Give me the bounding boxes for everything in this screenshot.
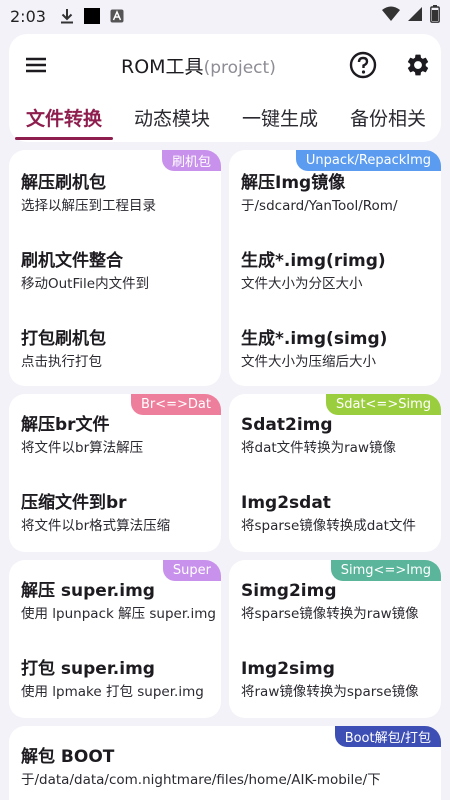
- item-unpack-flash-package[interactable]: 解压刷机包 选择以解压到工程目录: [21, 172, 215, 216]
- item-title: 解压br文件: [21, 415, 110, 435]
- item-desc: 将文件以br格式算法压缩: [21, 518, 171, 534]
- item-merge-flash-files[interactable]: 刷机文件整合 移动OutFile内文件到: [21, 250, 215, 294]
- item-simg2img[interactable]: Simg2img 将sparse镜像转换为raw镜像: [241, 580, 435, 624]
- item-title: 刷机文件整合: [21, 251, 123, 271]
- item-desc: 移动OutFile内文件到: [21, 276, 150, 292]
- item-unpack-img[interactable]: 解压Img镜像 于/sdcard/YanTool/Rom/: [241, 172, 435, 216]
- tab-dynamic-module[interactable]: 动态模块: [119, 102, 225, 142]
- tab-label: 备份相关: [349, 108, 426, 130]
- card-sdat-simg: Sdat<=>Simg Sdat2img 将dat文件转换为raw镜像 Img2…: [229, 394, 441, 552]
- tab-active-indicator: [15, 137, 113, 140]
- app-title: ROM工具(project): [121, 52, 276, 79]
- item-title: 解包 BOOT: [21, 747, 115, 767]
- item-desc: 文件大小为分区大小: [241, 276, 363, 292]
- item-title: 生成*.img(rimg): [241, 251, 386, 271]
- badge-boot: Boot解包/打包: [334, 726, 441, 747]
- app-header-card: ROM工具(project) 文件转换 动态模块 一键生成 备份相关: [9, 34, 441, 142]
- badge-unpack-repack-img: Unpack/RepackImg: [295, 150, 441, 171]
- card-br-dat: Br<=>Dat 解压br文件 将文件以br算法解压 压缩文件到br 将文件以b…: [9, 394, 221, 552]
- status-time: 2:03: [10, 6, 46, 26]
- top-app-bar: ROM工具(project): [9, 34, 441, 96]
- item-pack-super[interactable]: 打包 super.img 使用 lpmake 打包 super.img: [21, 658, 215, 702]
- tab-label: 动态模块: [133, 108, 210, 130]
- battery-icon: [430, 5, 440, 27]
- item-unpack-br[interactable]: 解压br文件 将文件以br算法解压: [21, 414, 215, 458]
- item-title: Sdat2img: [241, 415, 333, 435]
- item-desc: 使用 lpmake 打包 super.img: [21, 684, 204, 700]
- app-title-text: ROM工具: [121, 56, 204, 78]
- item-title: Img2sdat: [241, 493, 331, 513]
- badge-super: Super: [162, 560, 221, 581]
- wifi-icon: [382, 6, 400, 26]
- item-generate-rimg[interactable]: 生成*.img(rimg) 文件大小为分区大小: [241, 250, 435, 294]
- a-box-icon: [110, 9, 124, 23]
- card-simg-img: Simg<=>Img Simg2img 将sparse镜像转换为raw镜像 Im…: [229, 560, 441, 718]
- tab-bar: 文件转换 动态模块 一键生成 备份相关: [9, 102, 441, 142]
- badge-br-dat: Br<=>Dat: [130, 394, 221, 415]
- item-desc: 将文件以br算法解压: [21, 440, 144, 456]
- item-desc: 将dat文件转换为raw镜像: [241, 440, 396, 456]
- status-right-icons: [382, 5, 440, 27]
- item-sdat2img[interactable]: Sdat2img 将dat文件转换为raw镜像: [241, 414, 435, 458]
- item-desc: 点击执行打包: [21, 354, 102, 370]
- item-title: 打包刷机包: [21, 329, 106, 349]
- item-desc: 文件大小为压缩后大小: [241, 354, 376, 370]
- item-title: 生成*.img(simg): [241, 329, 388, 349]
- tab-file-convert[interactable]: 文件转换: [9, 102, 119, 142]
- item-unpack-super[interactable]: 解压 super.img 使用 lpunpack 解压 super.img: [21, 580, 215, 624]
- item-desc: 使用 lpunpack 解压 super.img: [21, 606, 215, 622]
- item-title: 压缩文件到br: [21, 493, 127, 513]
- tab-label: 文件转换: [25, 108, 102, 130]
- tab-one-click-generate[interactable]: 一键生成: [225, 102, 335, 142]
- gear-icon[interactable]: [405, 52, 431, 78]
- item-img2sdat[interactable]: Img2sdat 将sparse镜像转换成dat文件: [241, 492, 435, 536]
- item-pack-flash-package[interactable]: 打包刷机包 点击执行打包: [21, 328, 215, 372]
- item-generate-simg[interactable]: 生成*.img(simg) 文件大小为压缩后大小: [241, 328, 435, 372]
- tab-backup[interactable]: 备份相关: [335, 102, 441, 142]
- tab-label: 一键生成: [241, 108, 318, 130]
- item-title: 解压 super.img: [21, 581, 155, 601]
- signal-icon: [408, 6, 422, 26]
- item-title: Img2simg: [241, 659, 335, 679]
- item-title: 打包 super.img: [21, 659, 155, 679]
- hamburger-menu-icon[interactable]: [23, 52, 49, 78]
- item-desc: 选择以解压到工程目录: [21, 198, 156, 214]
- card-boot: Boot解包/打包 解包 BOOT 于/data/data/com.nightm…: [9, 726, 441, 800]
- card-flash-package: 刷机包 解压刷机包 选择以解压到工程目录 刷机文件整合 移动OutFile内文件…: [9, 150, 221, 386]
- item-desc: 于/data/data/com.nightmare/files/home/AIK…: [21, 772, 381, 788]
- app-subtitle: (project): [203, 58, 276, 78]
- item-desc: 将raw镜像转换为sparse镜像: [241, 684, 419, 700]
- item-desc: 将sparse镜像转换为raw镜像: [241, 606, 419, 622]
- item-compress-br[interactable]: 压缩文件到br 将文件以br格式算法压缩: [21, 492, 215, 536]
- item-desc: 于/sdcard/YanTool/Rom/: [241, 198, 398, 214]
- badge-flash-package: 刷机包: [161, 150, 221, 171]
- item-unpack-boot[interactable]: 解包 BOOT 于/data/data/com.nightmare/files/…: [21, 746, 435, 790]
- black-square-icon: [83, 8, 100, 24]
- item-title: 解压Img镜像: [241, 173, 346, 193]
- item-img2simg[interactable]: Img2simg 将raw镜像转换为sparse镜像: [241, 658, 435, 702]
- item-title: Simg2img: [241, 581, 337, 601]
- badge-sdat-simg: Sdat<=>Simg: [325, 394, 441, 415]
- card-unpack-repack-img: Unpack/RepackImg 解压Img镜像 于/sdcard/YanToo…: [229, 150, 441, 386]
- help-circle-icon[interactable]: [348, 50, 378, 80]
- card-super: Super 解压 super.img 使用 lpunpack 解压 super.…: [9, 560, 221, 718]
- badge-simg-img: Simg<=>Img: [330, 560, 441, 581]
- status-bar: 2:03: [0, 0, 450, 32]
- item-desc: 将sparse镜像转换成dat文件: [241, 518, 416, 534]
- item-title: 解压刷机包: [21, 173, 106, 193]
- download-icon: [60, 8, 74, 24]
